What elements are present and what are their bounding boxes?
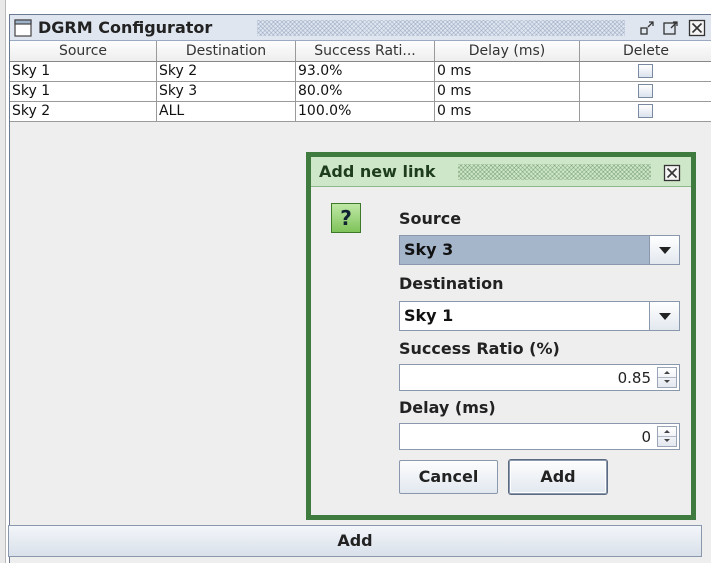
success-ratio-spin-buttons [657, 367, 677, 388]
cell-delete [580, 102, 711, 121]
delay-spinner[interactable]: 0 [399, 423, 680, 450]
increment-icon[interactable] [658, 368, 676, 378]
dialog-titlebar[interactable]: Add new link [311, 157, 691, 187]
window-icon [14, 19, 32, 37]
table-row[interactable]: Sky 2 ALL 100.0% 0 ms [10, 102, 711, 122]
table-row[interactable]: Sky 1 Sky 2 93.0% 0 ms [10, 62, 711, 82]
chevron-down-icon[interactable] [649, 302, 679, 330]
question-icon: ? [331, 203, 361, 233]
minimize-icon[interactable] [638, 19, 656, 37]
dialog-title: Add new link [319, 162, 436, 181]
close-icon[interactable] [688, 19, 706, 37]
table-row[interactable]: Sky 1 Sky 3 80.0% 0 ms [10, 82, 711, 102]
success-ratio-spinner[interactable]: 0.85 [399, 364, 680, 391]
source-label: Source [399, 209, 462, 228]
links-table: Source Destination Success Rati... Delay… [10, 41, 711, 122]
success-ratio-label: Success Ratio (%) [399, 339, 560, 358]
delay-spin-buttons [657, 426, 677, 447]
column-header-success-ratio[interactable]: Success Rati... [296, 41, 435, 61]
cell-success-ratio: 93.0% [296, 62, 435, 81]
titlebar-texture [257, 20, 625, 36]
delete-checkbox[interactable] [638, 104, 653, 118]
cell-delay: 0 ms [435, 82, 580, 101]
column-header-destination[interactable]: Destination [157, 41, 296, 61]
column-header-delay[interactable]: Delay (ms) [435, 41, 580, 61]
decrement-icon[interactable] [658, 437, 676, 446]
chevron-down-icon[interactable] [649, 236, 679, 264]
column-header-delete[interactable]: Delete [580, 41, 711, 61]
table-header: Source Destination Success Rati... Delay… [10, 41, 711, 62]
column-header-source[interactable]: Source [10, 41, 157, 61]
cancel-button[interactable]: Cancel [399, 460, 498, 494]
dialog-close-icon[interactable] [663, 164, 681, 182]
cell-destination: Sky 3 [157, 82, 296, 101]
delete-checkbox[interactable] [638, 64, 653, 78]
add-new-link-dialog: Add new link ? Source Sky 3 Destination … [306, 152, 696, 520]
add-link-button[interactable]: Add [8, 525, 702, 557]
window-title: DGRM Configurator [38, 18, 213, 37]
cell-delay: 0 ms [435, 102, 580, 121]
cell-destination: ALL [157, 102, 296, 121]
add-button[interactable]: Add [509, 460, 607, 494]
destination-selected-value: Sky 1 [404, 306, 454, 325]
cell-delete [580, 62, 711, 81]
delete-checkbox[interactable] [638, 84, 653, 98]
source-selected-value: Sky 3 [404, 240, 454, 259]
maximize-icon[interactable] [662, 19, 680, 37]
cell-delete [580, 82, 711, 101]
increment-icon[interactable] [658, 427, 676, 437]
cell-success-ratio: 100.0% [296, 102, 435, 121]
destination-label: Destination [399, 274, 504, 293]
desktop-edge [0, 0, 6, 563]
window-titlebar[interactable]: DGRM Configurator [10, 15, 711, 41]
delay-label: Delay (ms) [399, 398, 496, 417]
cell-delay: 0 ms [435, 62, 580, 81]
cell-destination: Sky 2 [157, 62, 296, 81]
source-combobox[interactable]: Sky 3 [399, 235, 680, 265]
cell-source: Sky 2 [10, 102, 157, 121]
destination-combobox[interactable]: Sky 1 [399, 301, 680, 331]
decrement-icon[interactable] [658, 378, 676, 387]
dialog-titlebar-texture [458, 164, 651, 180]
cell-source: Sky 1 [10, 62, 157, 81]
delay-value: 0 [641, 428, 651, 446]
cell-source: Sky 1 [10, 82, 157, 101]
cell-success-ratio: 80.0% [296, 82, 435, 101]
success-ratio-value: 0.85 [617, 369, 651, 387]
